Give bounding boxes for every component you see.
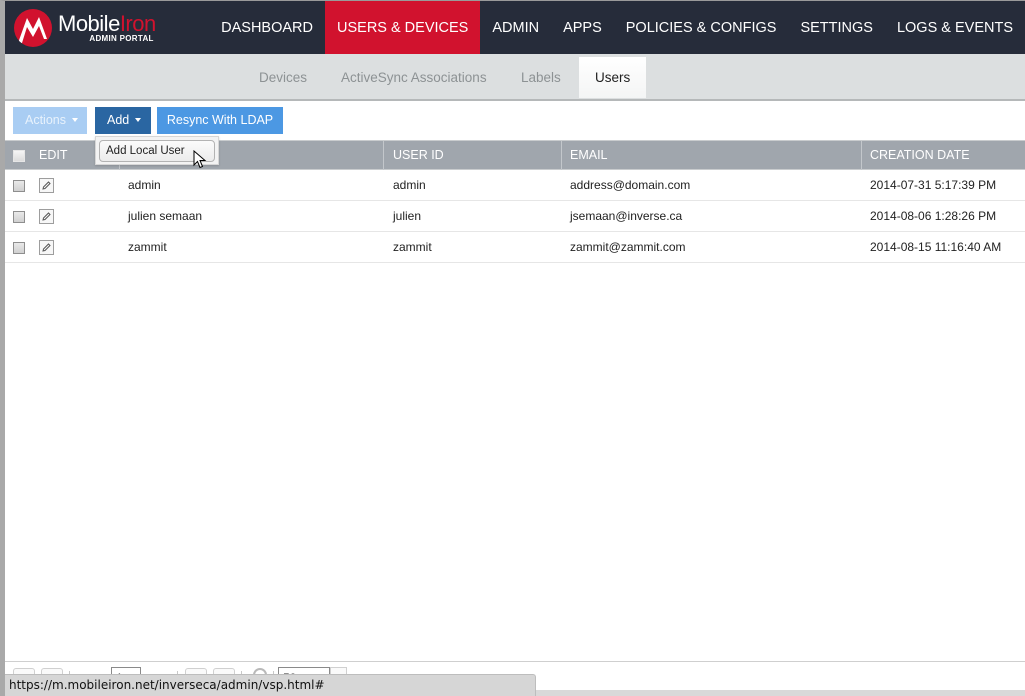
cell-user-id: admin bbox=[393, 178, 426, 192]
logo-subtitle: ADMIN PORTAL bbox=[89, 33, 154, 43]
cell-email: zammit@zammit.com bbox=[570, 240, 686, 254]
logo-mountain-icon bbox=[14, 8, 52, 47]
actions-button-label: Actions bbox=[25, 113, 66, 127]
cell-creation-date: 2014-07-31 5:17:39 PM bbox=[870, 178, 997, 192]
nav-users-devices[interactable]: USERS & DEVICES bbox=[325, 1, 481, 54]
column-divider bbox=[383, 141, 384, 170]
column-divider bbox=[861, 141, 862, 170]
row-checkbox[interactable] bbox=[13, 211, 25, 223]
pencil-icon bbox=[42, 212, 51, 221]
nav-logs-events[interactable]: LOGS & EVENTS bbox=[885, 1, 1025, 54]
caret-down-icon bbox=[72, 118, 78, 122]
pencil-icon bbox=[42, 243, 51, 252]
cell-email: jsemaan@inverse.ca bbox=[570, 209, 683, 223]
cell-user-id: zammit bbox=[393, 240, 432, 254]
nav-admin[interactable]: ADMIN bbox=[480, 1, 551, 54]
column-email[interactable]: EMAIL bbox=[570, 141, 608, 170]
browser-frame bbox=[0, 0, 1025, 696]
logo-name-main: Mobile bbox=[58, 10, 120, 36]
table-row[interactable]: admin admin address@domain.com 2014-07-3… bbox=[5, 170, 1025, 201]
column-divider bbox=[561, 141, 562, 170]
cell-name: julien semaan bbox=[128, 209, 203, 223]
cell-name: zammit bbox=[128, 240, 167, 254]
edit-button[interactable] bbox=[39, 209, 54, 224]
nav-apps[interactable]: APPS bbox=[551, 1, 614, 54]
top-navigation: MobileIron ADMIN PORTAL DASHBOARD USERS … bbox=[5, 1, 1025, 54]
browser-status-url: https://m.mobileiron.net/inverseca/admin… bbox=[5, 674, 536, 696]
edit-button[interactable] bbox=[39, 178, 54, 193]
column-creation-date[interactable]: CREATION DATE bbox=[870, 141, 970, 170]
add-button[interactable]: Add bbox=[95, 107, 151, 134]
actions-button[interactable]: Actions bbox=[13, 107, 87, 134]
table-row[interactable]: zammit zammit zammit@zammit.com 2014-08-… bbox=[5, 232, 1025, 263]
cell-email: address@domain.com bbox=[570, 178, 691, 192]
tab-devices[interactable]: Devices bbox=[259, 57, 307, 98]
edit-button[interactable] bbox=[39, 240, 54, 255]
logo-name-accent: Iron bbox=[119, 10, 156, 36]
cell-name: admin bbox=[128, 178, 161, 192]
add-button-label: Add bbox=[107, 113, 130, 127]
row-checkbox[interactable] bbox=[13, 242, 25, 254]
resync-ldap-button[interactable]: Resync With LDAP bbox=[157, 107, 283, 134]
column-edit: EDIT bbox=[39, 148, 68, 162]
cell-creation-date: 2014-08-15 11:16:40 AM bbox=[870, 240, 1002, 254]
tab-activesync-associations[interactable]: ActiveSync Associations bbox=[341, 57, 487, 98]
tab-labels[interactable]: Labels bbox=[521, 57, 561, 98]
cell-creation-date: 2014-08-06 1:28:26 PM bbox=[870, 209, 997, 223]
column-user-id[interactable]: USER ID bbox=[393, 141, 444, 170]
caret-down-icon bbox=[135, 118, 142, 122]
nav-policies-configs[interactable]: POLICIES & CONFIGS bbox=[614, 1, 789, 54]
nav-dashboard[interactable]: DASHBOARD bbox=[212, 1, 325, 54]
row-checkbox[interactable] bbox=[13, 180, 25, 192]
window-bottom-edge bbox=[536, 690, 1025, 696]
table-row[interactable]: julien semaan julien jsemaan@inverse.ca … bbox=[5, 201, 1025, 232]
sub-navigation: Devices ActiveSync Associations Labels U… bbox=[5, 54, 1025, 101]
nav-settings[interactable]: SETTINGS bbox=[788, 1, 885, 54]
mobileiron-logo[interactable]: MobileIron ADMIN PORTAL bbox=[5, 1, 212, 54]
pencil-icon bbox=[42, 181, 51, 190]
select-all-checkbox[interactable] bbox=[13, 150, 25, 162]
tab-users[interactable]: Users bbox=[579, 57, 647, 98]
mouse-pointer-icon bbox=[193, 150, 207, 169]
cell-user-id: julien bbox=[393, 209, 422, 223]
